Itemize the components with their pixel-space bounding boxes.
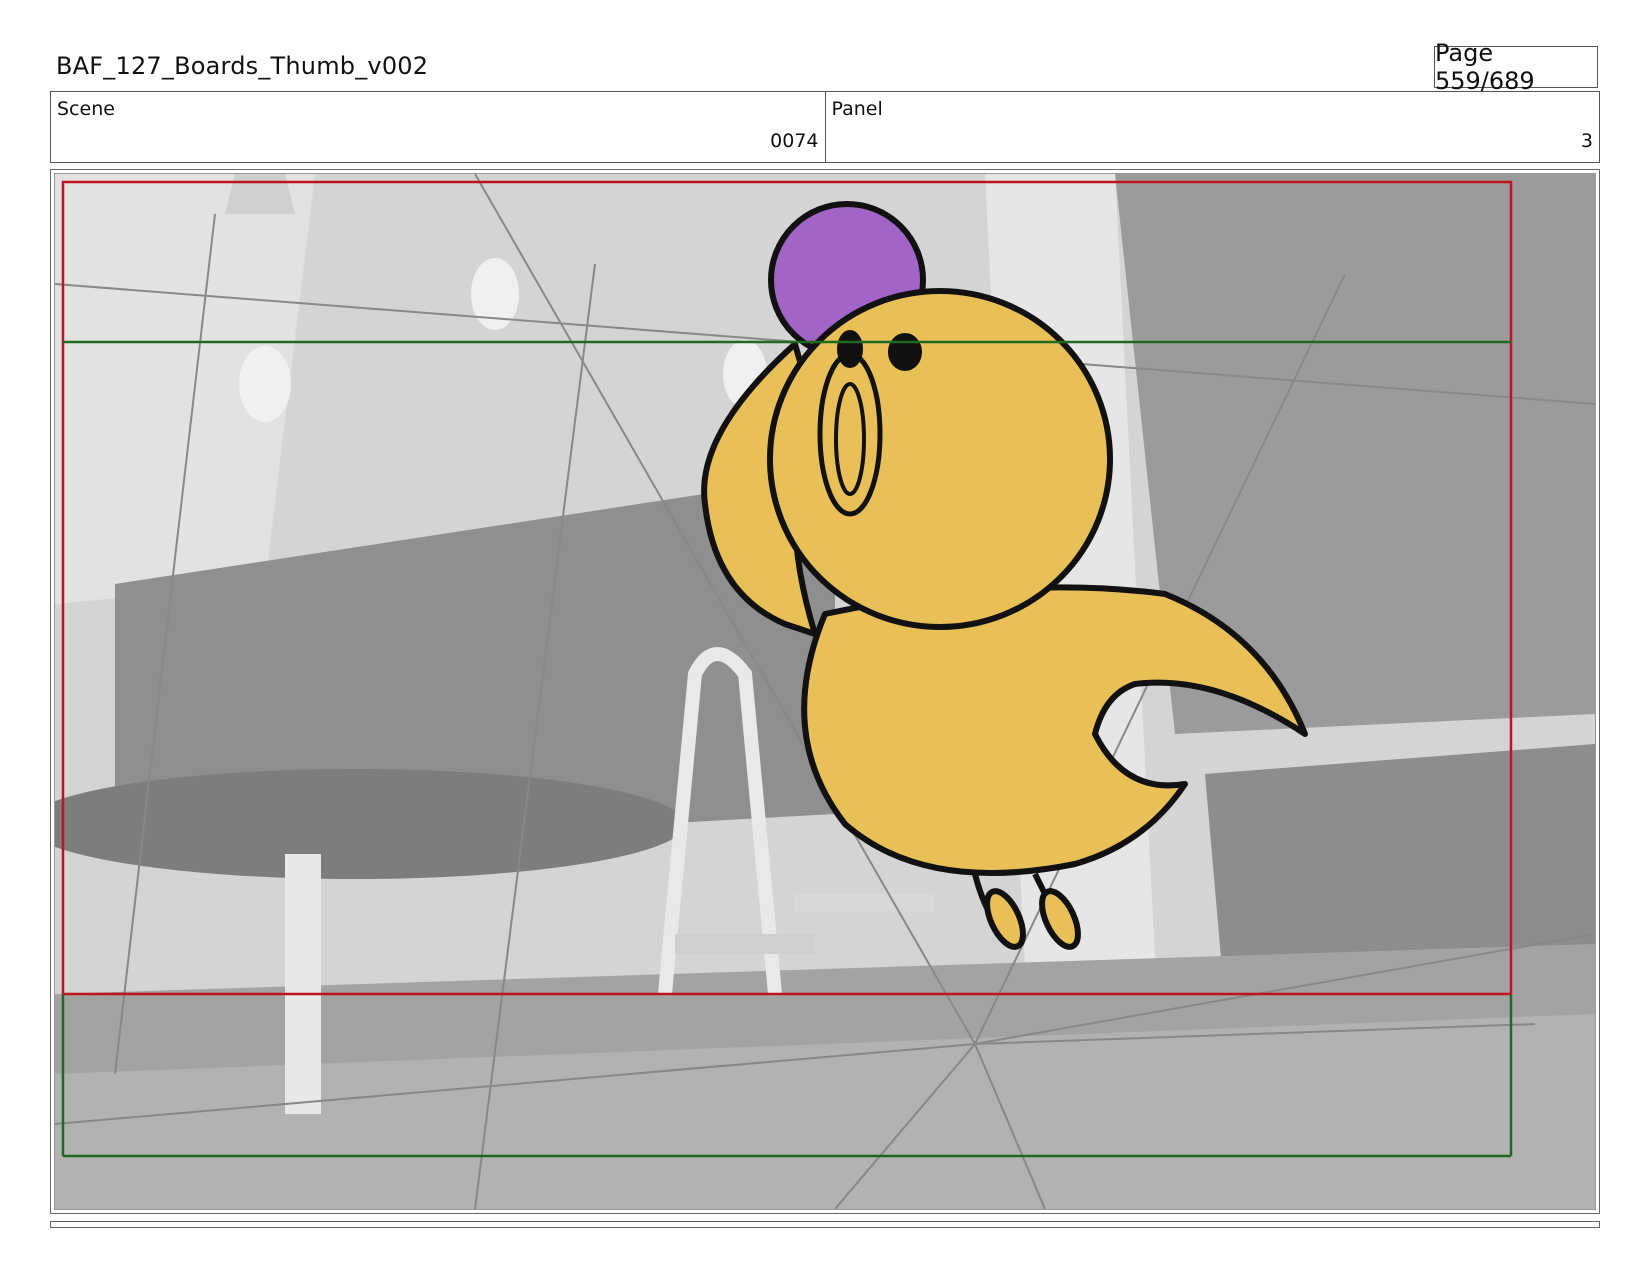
document-title: BAF_127_Boards_Thumb_v002 [56,52,429,80]
panel-number: 3 [1580,130,1593,152]
storyboard-drawing [55,174,1595,1209]
page-number-box: Page 559/689 [1434,39,1598,95]
scene-number: 0074 [770,130,819,152]
panel-cell: Panel 3 [824,92,1600,162]
scene-panel-info-row: Scene 0074 Panel 3 [50,91,1600,163]
scene-cell: Scene 0074 [51,92,825,162]
panel-label: Panel [831,98,883,120]
storyboard-panel-image [54,173,1596,1210]
scene-label: Scene [57,98,115,120]
storyboard-panel-frame [50,169,1600,1214]
footer-rule [50,1221,1600,1228]
